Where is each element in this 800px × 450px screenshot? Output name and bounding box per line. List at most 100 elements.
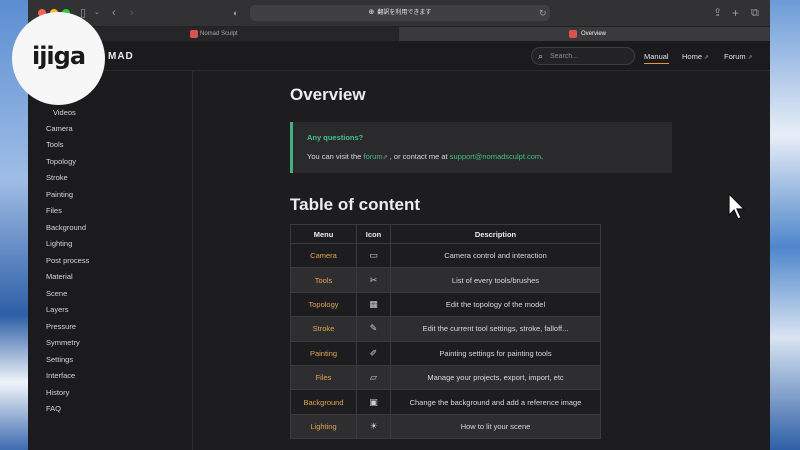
nav-forum[interactable]: Forum ⇗ <box>724 52 753 61</box>
tab-label: Overview <box>581 31 607 37</box>
address-bar[interactable]: ⊕ 翻訳を利用できます <box>250 5 550 21</box>
sidebar-item-tools[interactable]: Tools <box>46 140 64 149</box>
email-link[interactable]: support@nomadsculpt.com <box>450 152 541 161</box>
tab-label: Nomad Sculpt <box>200 31 238 37</box>
sidebar-item-scene[interactable]: Scene <box>46 289 67 298</box>
menu-link-tools[interactable]: Tools <box>290 267 357 293</box>
sidebar: Videos Camera Tools Topology Stroke Pain… <box>28 71 193 450</box>
table-row: Lighting ☀ How to lit your scene <box>290 413 601 440</box>
forum-link-label: forum <box>363 152 383 161</box>
table-row: Background ▣ Change the background and a… <box>290 389 601 415</box>
table-row: Painting ✐ Painting settings for paintin… <box>290 340 601 366</box>
brush-icon: ✐ <box>356 340 391 366</box>
row-description: Edit the current tool settings, stroke, … <box>390 316 601 342</box>
nomad-favicon-icon <box>569 30 577 38</box>
tab-overview-icon[interactable]: ⧉ <box>751 6 759 20</box>
toc-table: Menu Icon Description Camera ▭ Camera co… <box>290 224 601 440</box>
menu-link-stroke[interactable]: Stroke <box>290 316 357 342</box>
nav-home-label: Home <box>682 52 703 61</box>
sidebar-item-videos[interactable]: Videos <box>53 108 76 117</box>
browser-window: ▯ ⌄ ‹ › ◐ ⊕ 翻訳を利用できます ↻ ⇪ + ⧉ Nomad Sculp… <box>28 0 770 450</box>
column-header-description: Description <box>390 224 601 244</box>
address-text: 翻訳を利用できます <box>377 10 432 16</box>
folder-icon: ▱ <box>356 364 391 391</box>
share-icon[interactable]: ⇪ <box>713 6 722 20</box>
menu-link-background[interactable]: Background <box>290 389 357 415</box>
browser-toolbar: ▯ ⌄ ‹ › ◐ ⊕ 翻訳を利用できます ↻ ⇪ + ⧉ <box>28 0 770 27</box>
nav-forum-label: Forum <box>724 52 746 61</box>
external-link-icon: ⇗ <box>747 55 753 61</box>
row-description: Change the background and add a referenc… <box>390 389 601 415</box>
sidebar-item-painting[interactable]: Painting <box>46 190 73 199</box>
main-content: Overview Any questions? You can visit th… <box>194 71 770 450</box>
table-row: Tools ✂ List of every tools/brushes <box>290 267 601 293</box>
watermark-text: ijiga <box>31 42 86 70</box>
sidebar-item-lighting[interactable]: Lighting <box>46 239 72 248</box>
forward-icon[interactable]: › <box>130 6 134 20</box>
sidebar-item-faq[interactable]: FAQ <box>46 404 61 413</box>
column-header-menu: Menu <box>290 224 357 244</box>
chevron-down-icon[interactable]: ⌄ <box>94 6 100 20</box>
privacy-shield-icon[interactable]: ◐ <box>233 6 238 20</box>
questions-callout: Any questions? You can visit the forum⇗ … <box>290 122 672 173</box>
sidebar-item-background[interactable]: Background <box>46 223 86 232</box>
search-icon: ⌕ <box>538 51 544 61</box>
menu-link-topology[interactable]: Topology <box>290 291 357 318</box>
external-link-icon: ⇗ <box>704 55 710 61</box>
tab-overview[interactable]: Overview <box>399 27 770 41</box>
callout-text-after: . <box>541 152 544 161</box>
tab-nomad-sculpt[interactable]: Nomad Sculpt <box>188 27 398 41</box>
new-tab-icon[interactable]: + <box>732 6 739 20</box>
sidebar-item-layers[interactable]: Layers <box>46 305 69 314</box>
callout-text-before: You can visit the <box>307 152 364 161</box>
sidebar-item-settings[interactable]: Settings <box>46 355 73 364</box>
nav-manual[interactable]: Manual <box>644 52 669 64</box>
toc-heading: Table of content <box>290 195 421 214</box>
menu-link-camera[interactable]: Camera <box>290 242 357 269</box>
camera-icon: ▭ <box>356 242 391 269</box>
tab-bar: Nomad Sculpt Overview <box>28 27 770 41</box>
sidebar-item-interface[interactable]: Interface <box>46 371 75 380</box>
back-icon[interactable]: ‹ <box>112 6 116 20</box>
forum-link[interactable]: forum⇗ <box>363 152 387 161</box>
reload-icon[interactable]: ↻ <box>539 6 547 20</box>
row-description: Manage your projects, export, import, et… <box>390 364 601 391</box>
search-box[interactable]: ⌕ <box>531 47 635 65</box>
site-header: MAD ⌕ Manual Home⇗ Forum⇗ <box>28 41 770 71</box>
sidebar-item-post-process[interactable]: Post process <box>46 256 89 265</box>
row-description: Painting settings for painting tools <box>390 340 601 366</box>
table-row: Stroke ✎ Edit the current tool settings,… <box>290 316 601 342</box>
mouse-cursor-icon <box>728 193 746 220</box>
callout-text-middle: , or contact me at <box>387 152 450 161</box>
page-title: Overview <box>290 85 366 104</box>
menu-link-painting[interactable]: Painting <box>290 340 357 366</box>
watermark-logo: ijiga <box>12 12 105 105</box>
sidebar-item-material[interactable]: Material <box>46 272 73 281</box>
table-row: Topology ▦ Edit the topology of the mode… <box>290 291 601 318</box>
menu-link-lighting[interactable]: Lighting <box>290 413 357 440</box>
sidebar-item-symmetry[interactable]: Symmetry <box>46 338 80 347</box>
nomad-favicon-icon <box>190 30 198 38</box>
row-description: How to lit your scene <box>390 413 601 440</box>
translate-icon[interactable]: ⊕ <box>369 9 375 16</box>
sidebar-item-topology[interactable]: Topology <box>46 157 76 166</box>
site-brand[interactable]: MAD <box>108 51 134 62</box>
sidebar-item-history[interactable]: History <box>46 388 69 397</box>
row-description: List of every tools/brushes <box>390 267 601 293</box>
sidebar-item-stroke[interactable]: Stroke <box>46 173 68 182</box>
row-description: Camera control and interaction <box>390 242 601 269</box>
grid-icon: ▦ <box>356 291 391 318</box>
desktop-wallpaper-right <box>770 0 800 450</box>
table-header-row: Menu Icon Description <box>290 224 601 244</box>
callout-text: You can visit the forum⇗ , or contact me… <box>307 152 543 161</box>
row-description: Edit the topology of the model <box>390 291 601 318</box>
menu-link-files[interactable]: Files <box>290 364 357 391</box>
tools-icon: ✂ <box>356 267 391 293</box>
column-header-icon: Icon <box>356 224 391 244</box>
nav-home[interactable]: Home ⇗ <box>682 52 709 61</box>
sidebar-item-pressure[interactable]: Pressure <box>46 322 76 331</box>
sun-icon: ☀ <box>356 413 391 440</box>
sidebar-item-camera[interactable]: Camera <box>46 124 73 133</box>
search-input[interactable] <box>550 50 630 63</box>
sidebar-item-files[interactable]: Files <box>46 206 62 215</box>
